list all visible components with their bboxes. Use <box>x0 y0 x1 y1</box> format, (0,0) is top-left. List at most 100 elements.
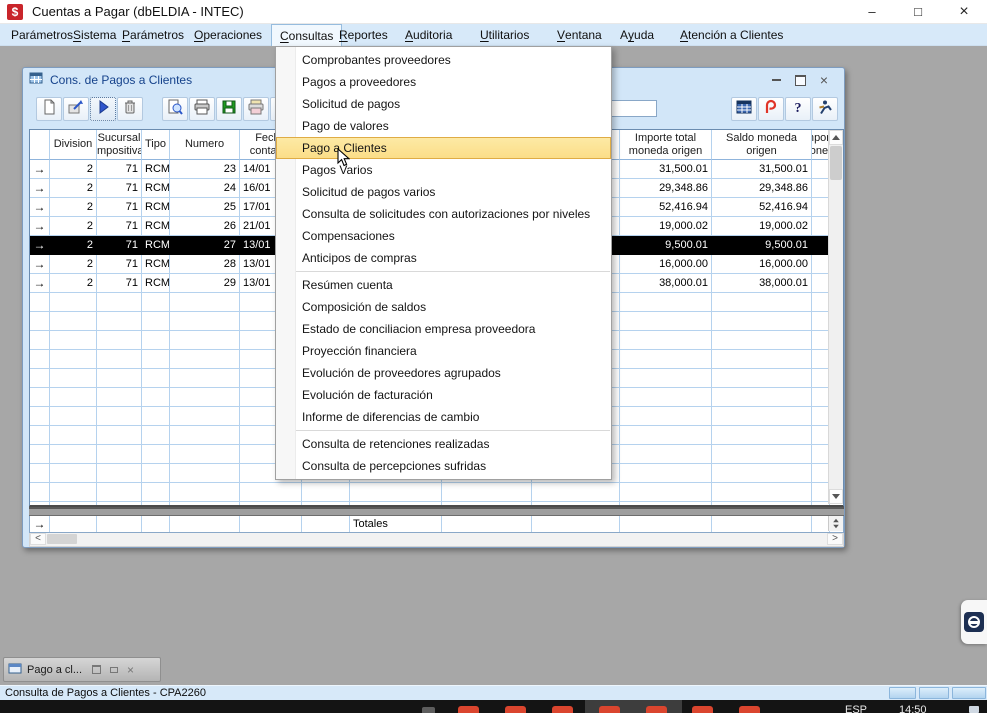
grid-cell-marker[interactable] <box>30 502 50 507</box>
minimized-window-pago-a-clientes[interactable]: Pago a cl... × <box>3 657 161 682</box>
grid-cell-tipo[interactable] <box>142 502 170 507</box>
grid-cell-marker[interactable] <box>30 426 50 445</box>
grid-cell-fecha[interactable] <box>240 502 302 507</box>
grid-cell-sucursal[interactable]: 71 <box>97 255 142 274</box>
minimize-button[interactable]: – <box>849 0 895 23</box>
grid-cell-marker[interactable] <box>30 483 50 502</box>
grid-cell-marker[interactable]: → <box>30 179 50 198</box>
help-button[interactable]: ? <box>785 97 811 121</box>
grid-cell-marker[interactable] <box>30 388 50 407</box>
grid-cell-tipo[interactable] <box>142 407 170 426</box>
menu-item-consulta-de-retenciones-realizadas[interactable]: Consulta de retenciones realizadas <box>276 433 611 455</box>
grid-cell-fecha[interactable] <box>240 483 302 502</box>
grid-cell-numero[interactable] <box>170 312 240 331</box>
grid-cell-tipo[interactable]: RCM <box>142 160 170 179</box>
grid-cell-saldo[interactable] <box>712 516 812 532</box>
execute-query-button[interactable] <box>90 97 116 121</box>
totals-spinner[interactable] <box>828 516 843 531</box>
grid-cell-c9[interactable] <box>442 483 532 502</box>
menu-item-compensaciones[interactable]: Compensaciones <box>276 225 611 247</box>
grid-cell-saldo[interactable] <box>712 426 812 445</box>
grid-cell-tipo[interactable] <box>142 293 170 312</box>
menubar-item-reportes[interactable]: Reportes <box>331 24 396 46</box>
grid-cell-importe[interactable] <box>620 426 712 445</box>
grid-cell-marker[interactable] <box>30 350 50 369</box>
grid-cell-numero[interactable] <box>170 407 240 426</box>
grid-cell-numero[interactable]: 27 <box>170 236 240 255</box>
grid-cell-importe[interactable]: 52,416.94 <box>620 198 712 217</box>
menu-item-solicitud-de-pagos[interactable]: Solicitud de pagos <box>276 93 611 115</box>
grid-cell-numero[interactable] <box>170 445 240 464</box>
grid-cell-importe[interactable] <box>620 483 712 502</box>
edit-record-button[interactable] <box>63 97 89 121</box>
grid-cell-tipo[interactable] <box>142 369 170 388</box>
menu-item-solicitud-de-pagos-varios[interactable]: Solicitud de pagos varios <box>276 181 611 203</box>
grid-cell-sucursal[interactable] <box>97 369 142 388</box>
mini-maximize-button[interactable] <box>105 663 122 677</box>
grid-cell-c8[interactable] <box>350 483 442 502</box>
grid-cell-sucursal[interactable]: 71 <box>97 274 142 293</box>
mini-restore-button[interactable] <box>88 663 105 677</box>
grid-cell-sucursal[interactable] <box>97 388 142 407</box>
grid-cell-tipo[interactable]: RCM <box>142 255 170 274</box>
grid-cell-saldo[interactable] <box>712 369 812 388</box>
grid-cell-marker[interactable] <box>30 293 50 312</box>
grid-cell-sucursal[interactable] <box>97 331 142 350</box>
grid-cell-saldo[interactable] <box>712 407 812 426</box>
grid-cell-sucursal[interactable] <box>97 464 142 483</box>
grid-cell-division[interactable]: 2 <box>50 160 97 179</box>
grid-cell-division[interactable]: 2 <box>50 179 97 198</box>
menubar-item-par-metros-sistema[interactable]: Parámetros Sistema <box>3 24 124 46</box>
windows-taskbar[interactable]: ESP 14:50 <box>0 700 987 713</box>
hscroll-thumb[interactable] <box>47 534 77 544</box>
vscroll-thumb[interactable] <box>830 146 842 180</box>
grid-cell-saldo[interactable]: 19,000.02 <box>712 217 812 236</box>
scroll-down-button[interactable] <box>829 489 843 504</box>
menu-item-res-men-cuenta[interactable]: Resúmen cuenta <box>276 274 611 296</box>
menubar-item-par-metros[interactable]: Parámetros <box>114 24 192 46</box>
grid-cell-division[interactable] <box>50 388 97 407</box>
vertical-scrollbar[interactable] <box>828 130 843 504</box>
grid-cell-tipo[interactable] <box>142 426 170 445</box>
grid-cell-saldo[interactable] <box>712 483 812 502</box>
grid-cell-division[interactable] <box>50 407 97 426</box>
grid-cell-division[interactable]: 2 <box>50 198 97 217</box>
menu-item-consulta-de-percepciones-sufridas[interactable]: Consulta de percepciones sufridas <box>276 455 611 477</box>
grid-cell-sucursal[interactable] <box>97 483 142 502</box>
grid-cell-division[interactable] <box>50 350 97 369</box>
grid-cell-division[interactable]: 2 <box>50 255 97 274</box>
menu-item-pago-de-valores[interactable]: Pago de valores <box>276 115 611 137</box>
grid-cell-sucursal[interactable] <box>97 407 142 426</box>
grid-cell-division[interactable] <box>50 331 97 350</box>
menu-item-pagos-a-proveedores[interactable]: Pagos a proveedores <box>276 71 611 93</box>
grid-cell-tipo[interactable]: RCM <box>142 179 170 198</box>
grid-cell-importe[interactable] <box>620 293 712 312</box>
grid-cell-c10[interactable] <box>532 483 620 502</box>
grid-cell-importe[interactable] <box>620 516 712 532</box>
grid-cell-tipo[interactable]: RCM <box>142 217 170 236</box>
menubar-item-atenci-n-a-clientes[interactable]: Atención a Clientes <box>672 24 791 46</box>
grid-cell-sucursal[interactable] <box>97 502 142 507</box>
grid-cell-saldo[interactable]: 52,416.94 <box>712 198 812 217</box>
grid-cell-numero[interactable]: 26 <box>170 217 240 236</box>
grid-cell-importe[interactable]: 31,500.01 <box>620 160 712 179</box>
grid-cell-tipo[interactable] <box>142 464 170 483</box>
grid-cell-division[interactable]: 2 <box>50 236 97 255</box>
delete-record-button[interactable] <box>117 97 143 121</box>
grid-cell-importe[interactable]: 16,000.00 <box>620 255 712 274</box>
grid-cell-saldo[interactable] <box>712 502 812 507</box>
menubar-item-operaciones[interactable]: Operaciones <box>186 24 270 46</box>
grid-cell-marker[interactable]: → <box>30 274 50 293</box>
grid-cell-importe[interactable]: 19,000.02 <box>620 217 712 236</box>
print-button[interactable] <box>189 97 215 121</box>
grid-cell-saldo[interactable]: 9,500.01 <box>712 236 812 255</box>
scroll-left-button[interactable]: < <box>30 533 46 545</box>
grid-cell-importe[interactable]: 29,348.86 <box>620 179 712 198</box>
grid-cell-numero[interactable] <box>170 331 240 350</box>
grid-cell-saldo[interactable]: 31,500.01 <box>712 160 812 179</box>
grid-cell-tipo[interactable]: RCM <box>142 274 170 293</box>
grid-cell-numero[interactable] <box>170 502 240 507</box>
table-view-button[interactable] <box>731 97 757 121</box>
grid-cell-importe[interactable] <box>620 312 712 331</box>
menubar-item-ventana[interactable]: Ventana <box>549 24 610 46</box>
